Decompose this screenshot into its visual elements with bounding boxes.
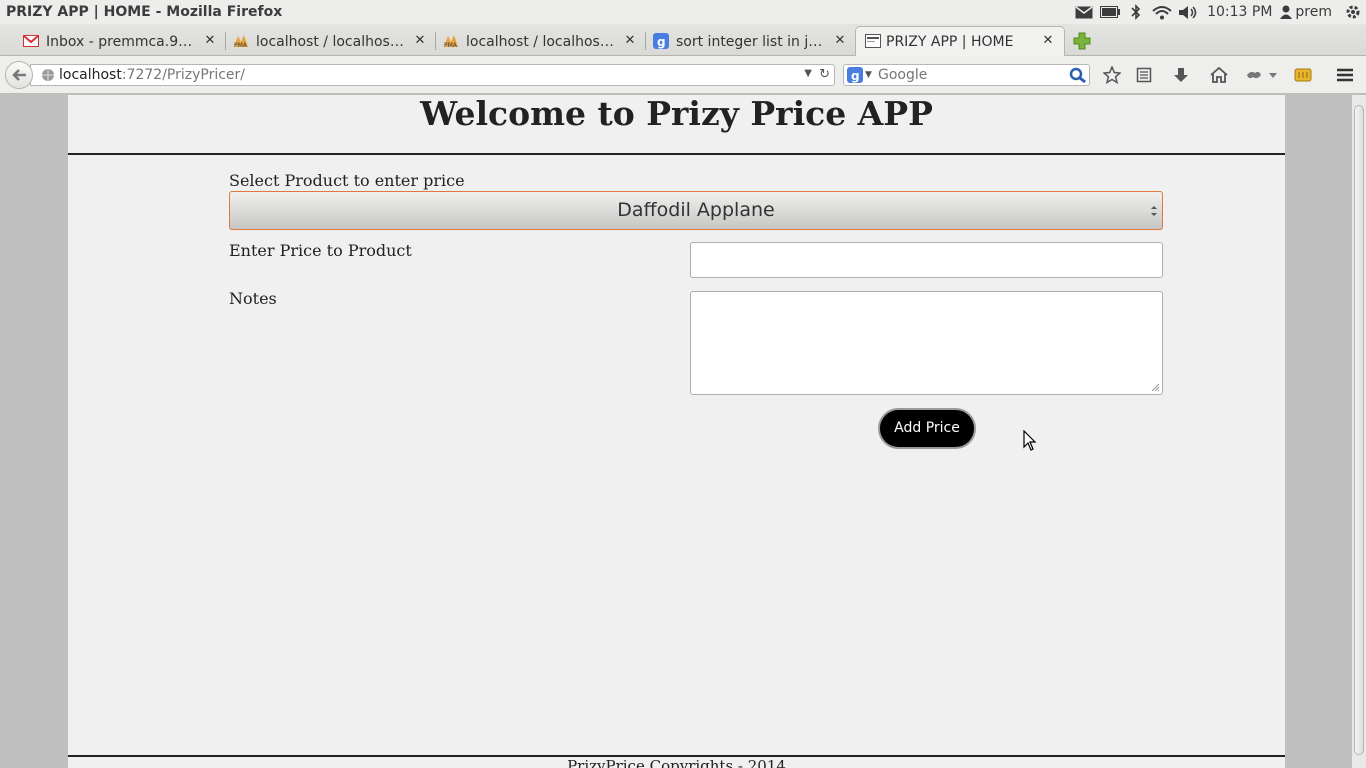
chevron-down-icon: ▼ — [865, 70, 872, 80]
svg-text:g: g — [657, 35, 666, 49]
bluetooth-icon[interactable] — [1123, 0, 1149, 24]
tab-strip: Inbox - premmca.90... ✕ PMA localhost / … — [0, 24, 1366, 56]
addon-dropdown-icon[interactable] — [1244, 66, 1278, 84]
product-select-label: Select Product to enter price — [229, 171, 465, 190]
select-arrows-icon — [1151, 206, 1157, 216]
tab-label: PRIZY APP | HOME — [886, 33, 1014, 50]
gear-icon[interactable] — [1340, 0, 1366, 24]
wifi-icon[interactable] — [1149, 0, 1175, 24]
url-bar[interactable]: localhost:7272/PrizyPricer/ ▼ ↻ — [30, 64, 835, 86]
tab-label: Inbox - premmca.90... — [46, 33, 196, 50]
os-top-panel: PRIZY APP | HOME - Mozilla Firefox 10:13… — [0, 0, 1366, 24]
close-icon[interactable]: ✕ — [622, 33, 638, 49]
close-icon[interactable]: ✕ — [202, 33, 218, 49]
chevron-down-icon[interactable]: ▼ — [804, 68, 812, 79]
user-icon — [1280, 5, 1293, 19]
tab-inbox[interactable]: Inbox - premmca.90... ✕ — [22, 27, 218, 56]
clock[interactable]: 10:13 PM — [1201, 4, 1280, 20]
browser-viewport: Welcome to Prizy Price APP Select Produc… — [0, 95, 1366, 768]
notes-label: Notes — [229, 289, 277, 308]
home-icon[interactable] — [1209, 66, 1229, 84]
hamburger-menu-icon[interactable] — [1335, 66, 1355, 84]
header-divider — [68, 153, 1285, 155]
page-title: Welcome to Prizy Price APP — [420, 94, 933, 133]
phpmyadmin-icon: PMA — [442, 33, 460, 49]
search-engine-selector[interactable]: g ▼ — [844, 67, 878, 83]
tab-separator — [645, 32, 646, 50]
search-input[interactable] — [878, 67, 1058, 83]
close-icon[interactable]: ✕ — [1040, 33, 1056, 49]
price-input[interactable] — [690, 242, 1163, 278]
window-title: PRIZY APP | HOME - Mozilla Firefox — [6, 4, 283, 20]
close-icon[interactable]: ✕ — [832, 33, 848, 49]
page-container: Welcome to Prizy Price APP Select Produc… — [68, 95, 1285, 768]
battery-icon[interactable] — [1097, 0, 1123, 24]
vertical-scrollbar[interactable] — [1352, 95, 1366, 768]
tab-prizy-home[interactable]: PRIZY APP | HOME ✕ — [855, 26, 1065, 56]
download-icon[interactable] — [1171, 66, 1191, 84]
sync-tab-icon[interactable] — [1293, 66, 1313, 84]
user-menu[interactable]: prem — [1280, 4, 1340, 20]
tab-separator — [225, 32, 226, 50]
price-label: Enter Price to Product — [229, 241, 412, 260]
google-icon: g — [652, 33, 670, 49]
user-name: prem — [1295, 4, 1332, 20]
close-icon[interactable]: ✕ — [412, 33, 428, 49]
search-icon[interactable] — [1069, 67, 1087, 84]
tab-google-search[interactable]: g sort integer list in ja... ✕ — [652, 27, 848, 56]
url-host: localhost — [59, 67, 122, 83]
gmail-icon — [22, 33, 40, 49]
globe-icon — [41, 68, 59, 82]
tab-label: localhost / localhost... — [256, 33, 406, 50]
search-bar[interactable]: g ▼ — [843, 64, 1090, 86]
product-select-value: Daffodil Applane — [617, 199, 775, 221]
tab-separator — [435, 32, 436, 50]
reload-icon[interactable]: ↻ — [819, 67, 830, 82]
system-tray: 10:13 PM prem — [1071, 0, 1366, 24]
scrollbar-thumb[interactable] — [1354, 105, 1364, 755]
page-icon — [864, 33, 882, 49]
footer-copyright: PrizyPrice Copyrights - 2014 — [567, 757, 786, 768]
url-path: :7272/PrizyPricer/ — [121, 67, 246, 83]
notes-textarea[interactable] — [690, 291, 1163, 395]
tab-localhost-1[interactable]: PMA localhost / localhost... ✕ — [232, 27, 428, 56]
product-select[interactable]: Daffodil Applane — [229, 191, 1163, 230]
tab-localhost-2[interactable]: PMA localhost / localhost... ✕ — [442, 27, 638, 56]
tab-label: localhost / localhost... — [466, 33, 616, 50]
svg-text:g: g — [851, 69, 860, 83]
bookmark-star-icon[interactable] — [1102, 66, 1122, 84]
svg-text:PMA: PMA — [444, 42, 458, 48]
google-icon: g — [847, 67, 863, 83]
volume-icon[interactable] — [1175, 0, 1201, 24]
tab-label: sort integer list in ja... — [676, 33, 826, 50]
bookmarks-list-icon[interactable] — [1134, 66, 1154, 84]
navigation-toolbar: localhost:7272/PrizyPricer/ ▼ ↻ g ▼ — [0, 56, 1366, 94]
mouse-cursor-icon — [1023, 430, 1037, 451]
back-button[interactable] — [5, 61, 33, 89]
resize-grip-icon[interactable] — [1151, 383, 1160, 392]
add-price-button[interactable]: Add Price — [878, 408, 976, 449]
plus-icon — [1073, 32, 1091, 50]
mail-icon[interactable] — [1071, 0, 1097, 24]
new-tab-button[interactable] — [1072, 32, 1092, 50]
phpmyadmin-icon: PMA — [232, 33, 250, 49]
svg-text:PMA: PMA — [234, 42, 248, 48]
back-arrow-icon — [12, 69, 26, 81]
